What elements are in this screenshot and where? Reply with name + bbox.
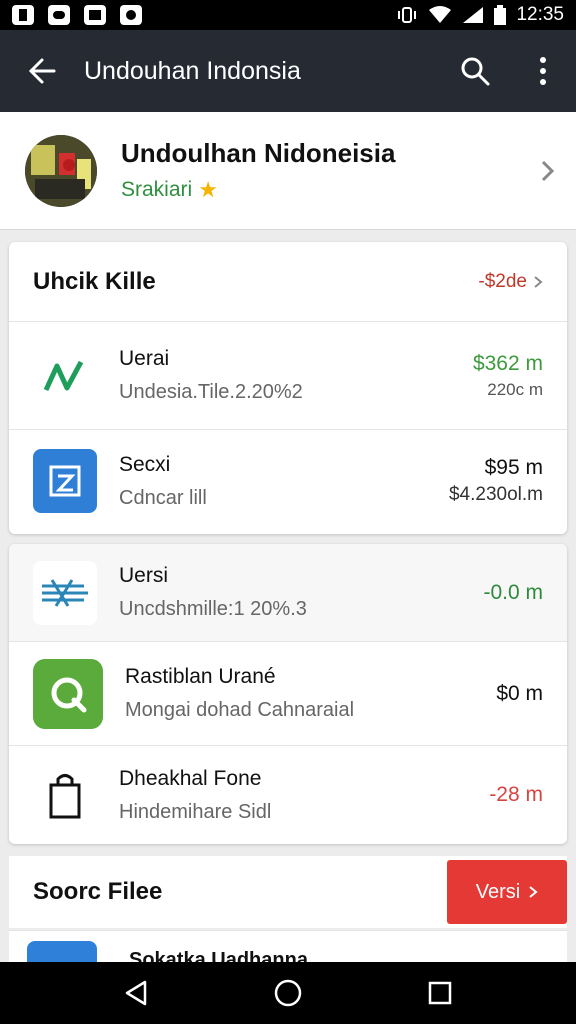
home-circle-icon [274,979,302,1007]
list-item-text: Uerai Undesia.Tile.2.20%2 [119,347,473,404]
list-item-subtitle: Cdncar lill [119,486,207,509]
list-item-title: Dheakhal Fone [119,766,262,790]
list-item-subtitle: Mongai dohad Cahnaraial [125,699,355,721]
list-item-amount: $95 m [484,456,543,479]
vibrate-icon [398,7,417,23]
list-item-values: -0.0 m [483,581,543,605]
triangle-back-icon [125,980,147,1006]
avatar [25,134,97,207]
more-vert-icon [540,57,546,85]
list-item-amount: $362 m [472,351,543,375]
files-action-button[interactable]: Versi [447,860,567,924]
profile-name: Undoulhan Nidoneisia [121,138,396,168]
list-item-text: Uersi Uncdshmille:1 20%.3 [119,564,483,621]
list-item[interactable]: Dheakhal Fone Hindemihare Sidl -28 m [9,746,567,844]
search-app-icon [33,658,103,729]
edit-icon [33,449,97,513]
battery-icon [494,5,507,25]
list-item-amount: -28 m [489,783,543,806]
list-item-subtitle: Hindemihare Sidl [119,800,272,823]
profile-chevron[interactable] [518,160,576,182]
navigation-bar [0,962,576,1024]
list-item-amount: -0.0 m [483,580,543,604]
shopping-bag-icon [33,763,97,827]
list-item-values: $95 m $4.230ol.m [449,456,543,506]
status-time: 12:35 [516,4,564,25]
chevron-right-icon [541,160,554,181]
app-title: Undouhan Indonsia [84,56,301,85]
section-card-2: Uersi Uncdshmille:1 20%.3 -0.0 m Rastibl… [9,544,567,844]
list-item-title: Uersi [119,564,169,587]
files-action-label: Versi [475,880,521,903]
section-link-text: -$2de [478,270,527,292]
recents-nav-button[interactable] [410,963,470,1023]
square-recents-icon [428,981,452,1005]
search-icon [461,57,490,86]
files-section-header: Soorc Filee Versi [9,856,567,928]
list-item-text: Rastiblan Urané Mongai dohad Cahnaraial [125,665,496,722]
notification-icon [120,5,142,25]
transfer-icon [33,560,97,625]
chevron-right-icon [534,275,543,288]
more-options-button[interactable] [510,30,576,112]
profile-subtitle: Srakiari ★ [121,177,518,203]
star-icon: ★ [198,177,218,202]
section-link[interactable]: -$2de [478,271,543,293]
list-item-text: Dheakhal Fone Hindemihare Sidl [119,767,489,824]
list-item-title: Rastiblan Urané [125,665,276,688]
arrow-left-icon [28,58,56,84]
notification-icon [48,5,70,25]
list-item-subtitle: Uncdshmille:1 20%.3 [119,598,307,620]
list-item-amount-secondary: 220c m [487,379,543,399]
list-item-title: Sokatka Uadhanna [129,949,308,962]
signal-icon [463,7,484,23]
list-item-values: -28 m [489,783,543,807]
wifi-icon [429,6,452,23]
list-item-values: $362 m 220c m [473,352,543,400]
list-item-amount-secondary: $4.230ol.m [448,484,543,505]
list-item[interactable]: Sokatka Uadhanna [9,930,567,962]
list-item-title: Secxi [119,452,171,476]
chevron-right-icon [529,886,538,898]
list-item-title: Uerai [119,347,170,370]
chart-trend-icon [33,344,97,408]
section-card-1: Uhcik Kille -$2de Uerai Undesia.Tile.2.2… [9,242,567,534]
back-nav-button[interactable] [106,963,166,1023]
file-icon [27,941,97,962]
profile-header[interactable]: Undoulhan Nidoneisia Srakiari ★ [0,112,576,230]
list-item[interactable]: Uerai Undesia.Tile.2.20%2 $362 m 220c m [9,322,567,430]
app-bar: Undouhan Indonsia [0,30,576,112]
profile-text: Undoulhan Nidoneisia Srakiari ★ [121,138,518,203]
list-item-amount: $0 m [496,681,543,705]
list-item[interactable]: Rastiblan Urané Mongai dohad Cahnaraial … [9,642,567,746]
search-button[interactable] [440,30,510,112]
section-title: Uhcik Kille [33,267,156,295]
home-nav-button[interactable] [258,963,318,1023]
files-section-title: Soorc Filee [33,878,163,905]
list-item[interactable]: Secxi Cdncar lill $95 m $4.230ol.m [9,430,567,532]
list-item-text: Secxi Cdncar lill [119,453,449,510]
list-item-subtitle: Undesia.Tile.2.20%2 [119,381,303,403]
section-header[interactable]: Uhcik Kille -$2de [9,242,567,322]
notification-icon [12,5,34,25]
status-bar: 12:35 [0,0,576,30]
notification-icon [84,5,106,25]
list-item-values: $0 m [496,682,543,706]
list-item[interactable]: Uersi Uncdshmille:1 20%.3 -0.0 m [9,544,567,642]
back-button[interactable] [0,30,84,112]
profile-subtitle-text: Srakiari [121,178,193,201]
